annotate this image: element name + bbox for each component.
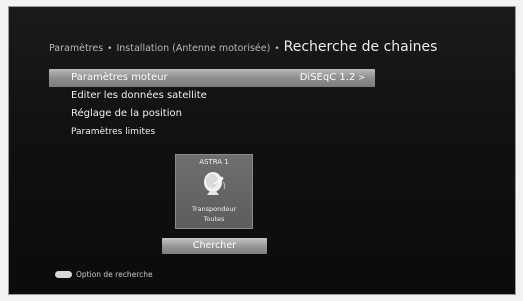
menu-item-value: DiSEqC 1.2 > xyxy=(300,69,365,87)
tv-screen: Paramètres • Installation (Antenne motor… xyxy=(8,6,516,295)
menu-item-parametres-moteur[interactable]: Paramètres moteur DiSEqC 1.2 > xyxy=(49,69,375,87)
breadcrumb-item-installation[interactable]: Installation (Antenne motorisée) xyxy=(116,43,270,54)
search-button[interactable]: Chercher xyxy=(162,238,267,254)
satellite-dish-icon xyxy=(204,172,226,195)
page: Paramètres • Installation (Antenne motor… xyxy=(0,0,523,301)
settings-menu: Paramètres moteur DiSEqC 1.2 > Editer les… xyxy=(49,69,375,141)
page-title: Recherche de chaines xyxy=(283,39,438,55)
breadcrumb-separator: • xyxy=(107,44,113,54)
breadcrumb: Paramètres • Installation (Antenne motor… xyxy=(49,39,437,55)
breadcrumb-separator: • xyxy=(274,44,280,54)
satellite-card[interactable]: ASTRA 1 Transpondeur Toutes xyxy=(175,154,253,229)
menu-item-editer-satellite[interactable]: Editer les données satellite xyxy=(49,87,375,105)
menu-item-label: Réglage de la position xyxy=(71,108,182,119)
diseqc-value: DiSEqC 1.2 xyxy=(299,72,356,83)
hint-label: Option de recherche xyxy=(76,270,153,279)
menu-item-reglage-position[interactable]: Réglage de la position xyxy=(49,105,375,123)
satellite-name: ASTRA 1 xyxy=(199,158,229,166)
key-hint: Option de recherche xyxy=(55,270,153,279)
transponder-value: Toutes xyxy=(203,215,225,223)
menu-item-parametres-limites[interactable]: Paramètres limites xyxy=(49,123,375,141)
menu-item-label: Editer les données satellite xyxy=(71,90,207,101)
transponder-label: Transpondeur xyxy=(191,205,237,213)
key-button-icon xyxy=(55,271,72,278)
chevron-right-icon: > xyxy=(358,73,365,82)
breadcrumb-item-parametres[interactable]: Paramètres xyxy=(49,43,103,54)
menu-item-label: Paramètres moteur xyxy=(71,72,168,83)
menu-item-label: Paramètres limites xyxy=(71,127,156,137)
